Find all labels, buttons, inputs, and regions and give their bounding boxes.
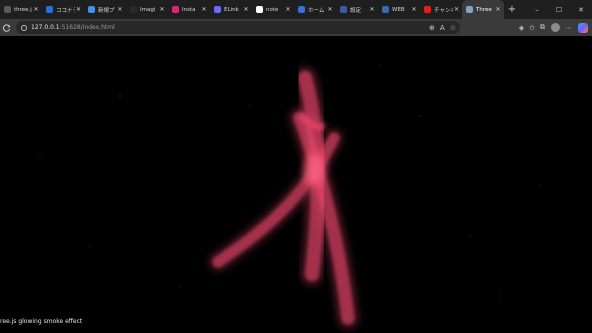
tab-2[interactable]: 新規プ ✕ (84, 0, 126, 19)
search-icon (46, 6, 53, 13)
tab-title: ココナラ (56, 7, 75, 14)
tab-1[interactable]: ココナラ✕ (42, 0, 84, 19)
tab-5[interactable]: ELink ✕ (210, 0, 252, 19)
globe-icon (466, 6, 473, 13)
close-tab-icon[interactable]: ✕ (284, 6, 292, 13)
close-tab-icon[interactable]: ✕ (326, 6, 334, 13)
close-tab-icon[interactable]: ✕ (242, 6, 250, 13)
globe-icon (382, 6, 389, 13)
tab-6[interactable]: note ✕ (252, 0, 294, 19)
copilot-icon[interactable] (578, 22, 588, 33)
url-host: 127.0.0.1 (31, 24, 60, 31)
translate-icon[interactable]: ⊕ (429, 24, 435, 32)
app-icon (88, 6, 95, 13)
youtube-icon (424, 6, 431, 13)
close-tab-icon[interactable]: ✕ (453, 6, 460, 13)
reload-button[interactable] (0, 19, 14, 36)
close-tab-icon[interactable]: ✕ (32, 6, 40, 13)
reload-icon (3, 23, 11, 32)
collections-icon[interactable]: ⧉ (540, 23, 545, 32)
background-star (419, 115, 421, 117)
tab-title: Insta (182, 6, 196, 13)
minimize-button[interactable]: – (526, 0, 548, 19)
close-tab-icon[interactable]: ✕ (494, 6, 502, 13)
background-star (499, 295, 501, 297)
page-caption: ree.js glowing smoke effect (0, 318, 83, 325)
background-star (379, 65, 381, 67)
tab-title: three.j (14, 6, 32, 13)
new-tab-button[interactable]: + (504, 0, 520, 19)
tab-title: ELink (224, 6, 239, 13)
background-star (539, 185, 541, 187)
globe-icon (4, 6, 11, 13)
address-bar-actions: ⊕ A ☆ (424, 24, 460, 32)
tab-7[interactable]: ホーム ✕ (294, 0, 336, 19)
page-viewport: ree.js glowing smoke effect (0, 36, 592, 333)
globe-icon (298, 6, 305, 13)
favorites-icon[interactable]: ✩ (529, 24, 535, 32)
read-aloud-icon[interactable]: A (440, 24, 445, 32)
toolbar: 127.0.0.1:51628/index.html ⊕ A ☆ ◈ ✩ ⧉ ⋯ (0, 19, 592, 36)
profile-avatar[interactable] (551, 23, 560, 32)
background-star (89, 245, 91, 247)
background-star (469, 235, 471, 237)
tab-title: 設定 (350, 7, 362, 14)
tab-title: チャンネ (434, 7, 453, 14)
more-menu-icon[interactable]: ⋯ (565, 24, 572, 32)
maximize-button[interactable]: ☐ (548, 0, 570, 19)
address-bar[interactable]: 127.0.0.1:51628/index.html ⊕ A ☆ (16, 21, 460, 34)
tab-10[interactable]: チャンネ✕ (420, 0, 462, 19)
tab-8[interactable]: 設定 ✕ (336, 0, 378, 19)
extensions-icon[interactable]: ◈ (519, 24, 524, 32)
github-icon (130, 6, 137, 13)
url-text[interactable]: 127.0.0.1:51628/index.html (31, 24, 115, 31)
tab-title: WEB (392, 6, 405, 13)
favorite-star-icon[interactable]: ☆ (450, 24, 456, 32)
instagram-icon (172, 6, 179, 13)
smoke-glow-core (304, 154, 324, 186)
tab-strip: three.j✕ココナラ✕新規プ✕Imagi✕Insta✕ELink✕note✕… (0, 0, 592, 19)
browser-window: three.j✕ココナラ✕新規プ✕Imagi✕Insta✕ELink✕note✕… (0, 0, 592, 333)
note-icon (256, 6, 263, 13)
tab-3[interactable]: Imagi ✕ (126, 0, 168, 19)
smoke-canvas[interactable] (0, 36, 592, 333)
tab-title: Three (476, 6, 492, 13)
url-path: :51628/index.html (59, 24, 115, 31)
background-star (179, 285, 181, 287)
tab-9[interactable]: WEB ✕ (378, 0, 420, 19)
close-tab-icon[interactable]: ✕ (410, 6, 418, 13)
background-star (39, 155, 41, 157)
tab-0[interactable]: three.j ✕ (0, 0, 42, 19)
tab-title: Imagi (140, 6, 156, 13)
close-tab-icon[interactable]: ✕ (75, 6, 82, 13)
window-controls: – ☐ ✕ (526, 0, 592, 19)
tab-4[interactable]: Insta ✕ (168, 0, 210, 19)
tabs: three.j✕ココナラ✕新規プ✕Imagi✕Insta✕ELink✕note✕… (0, 0, 504, 19)
background-star (119, 95, 121, 97)
tab-11[interactable]: Three ✕ (462, 0, 504, 19)
background-star (249, 105, 251, 107)
close-tab-icon[interactable]: ✕ (158, 6, 166, 13)
toolbar-icons: ◈ ✩ ⧉ ⋯ (464, 22, 592, 33)
close-tab-icon[interactable]: ✕ (116, 6, 124, 13)
app-icon (340, 6, 347, 13)
close-tab-icon[interactable]: ✕ (200, 6, 208, 13)
app-icon (214, 6, 221, 13)
site-info-icon[interactable] (21, 24, 27, 31)
tab-title: note (266, 6, 279, 13)
tab-title: ホーム (308, 7, 325, 14)
tab-title: 新規プ (98, 7, 115, 14)
close-tab-icon[interactable]: ✕ (368, 6, 376, 13)
close-window-button[interactable]: ✕ (570, 0, 592, 19)
